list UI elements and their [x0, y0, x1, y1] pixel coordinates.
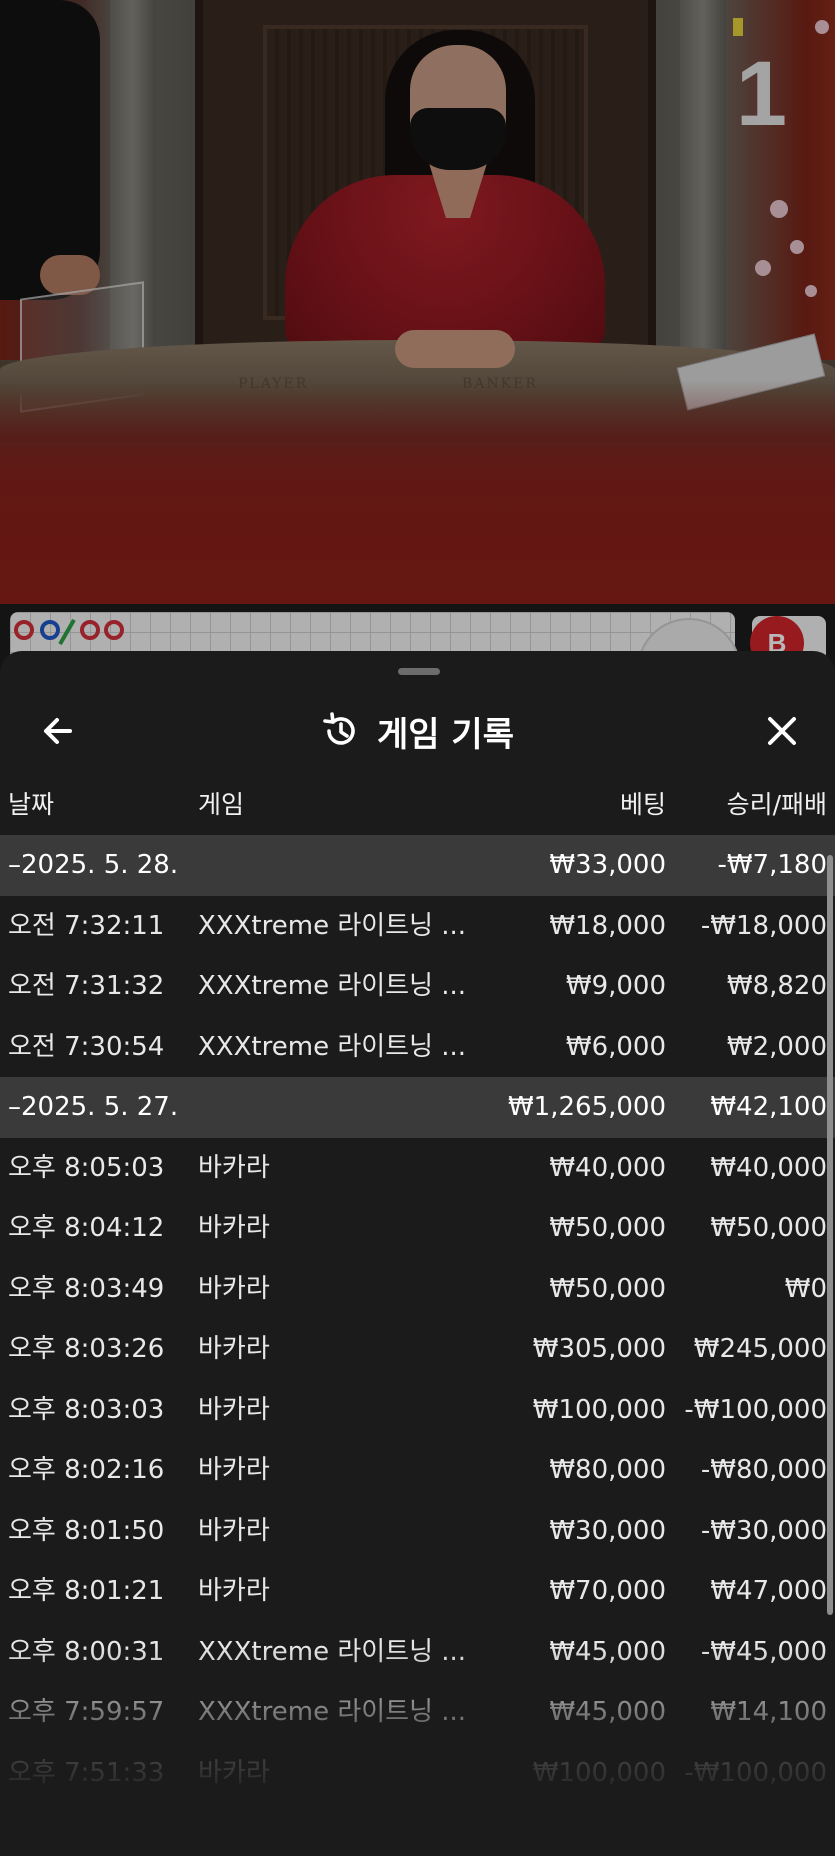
- page-title: 게임 기록: [377, 714, 514, 755]
- row-win-loss: ₩40,000: [710, 1152, 827, 1183]
- row-date: 오전 7:31:32: [8, 971, 165, 1001]
- row-date: 오후 8:02:16: [8, 1455, 165, 1485]
- table-row[interactable]: 오후 8:03:49 바카라 ₩50,000 ₩0: [0, 1259, 835, 1320]
- row-bet: ₩100,000: [532, 1394, 666, 1425]
- row-date: 오후 8:05:03: [8, 1152, 165, 1183]
- row-game: XXXtreme 라이트닝 ...: [198, 971, 467, 1001]
- row-game: 바카라: [198, 1455, 270, 1485]
- date-group-row[interactable]: –2025. 5. 27. ₩1,265,000 ₩42,100: [0, 1077, 835, 1138]
- row-date: 오후 8:03:49: [8, 1273, 165, 1304]
- column-header-bet: 베팅: [619, 790, 666, 819]
- row-bet: ₩50,000: [549, 1273, 666, 1304]
- row-game: XXXtreme 라이트닝 ...: [198, 1636, 467, 1667]
- sheet-title: 게임 기록: [0, 708, 835, 755]
- row-win-loss: -₩100,000: [684, 1757, 827, 1788]
- column-header-game: 게임: [198, 790, 245, 819]
- game-history-sheet: 게임 기록 날짜 게임 베팅 승리/패배 –2025. 5. 28. ₩33,00…: [0, 651, 835, 1856]
- table-row[interactable]: 오후 8:03:26 바카라 ₩305,000 ₩245,000: [0, 1319, 835, 1380]
- row-win-loss: ₩47,000: [710, 1576, 827, 1606]
- table-row[interactable]: 오후 8:01:21 바카라 ₩70,000 ₩47,000: [0, 1561, 835, 1622]
- table-row[interactable]: 오후 8:02:16 바카라 ₩80,000 -₩80,000: [0, 1440, 835, 1501]
- row-bet: ₩6,000: [565, 1031, 666, 1062]
- table-header: 날짜 게임 베팅 승리/패배: [0, 785, 835, 837]
- column-header-win-loss: 승리/패배: [726, 790, 827, 819]
- row-bet: ₩45,000: [549, 1697, 666, 1727]
- close-button[interactable]: [759, 708, 805, 754]
- row-game: XXXtreme 라이트닝 ...: [198, 910, 467, 941]
- history-table: –2025. 5. 28. ₩33,000 -₩7,180 오전 7:32:11 XXX…: [0, 835, 835, 1803]
- row-game: 바카라: [198, 1757, 270, 1788]
- row-win-loss: -₩7,180: [717, 850, 827, 880]
- row-bet: ₩80,000: [549, 1455, 666, 1485]
- row-win-loss: ₩8,820: [726, 971, 827, 1001]
- column-header-date: 날짜: [8, 790, 55, 819]
- row-game: 바카라: [198, 1152, 270, 1183]
- row-win-loss: ₩245,000: [693, 1334, 827, 1364]
- row-game: 바카라: [198, 1273, 270, 1304]
- row-bet: ₩1,265,000: [507, 1092, 666, 1122]
- row-win-loss: ₩14,100: [710, 1697, 827, 1727]
- row-game: 바카라: [198, 1334, 270, 1364]
- table-row[interactable]: 오전 7:31:32 XXXtreme 라이트닝 ... ₩9,000 ₩8,820: [0, 956, 835, 1017]
- row-date: –2025. 5. 28.: [8, 850, 179, 880]
- row-bet: ₩45,000: [549, 1636, 666, 1667]
- modal-dim-overlay: [0, 0, 835, 680]
- row-date: 오후 8:01:21: [8, 1576, 165, 1606]
- row-bet: ₩9,000: [565, 971, 666, 1001]
- row-win-loss: ₩2,000: [726, 1031, 827, 1062]
- close-icon: [768, 717, 796, 745]
- history-icon: [323, 712, 355, 745]
- row-game: 바카라: [198, 1515, 270, 1546]
- row-bet: ₩100,000: [532, 1757, 666, 1788]
- table-row[interactable]: 오후 7:51:33 바카라 ₩100,000 -₩100,000: [0, 1743, 835, 1804]
- row-win-loss: -₩18,000: [700, 910, 827, 941]
- row-bet: ₩30,000: [549, 1515, 666, 1546]
- row-bet: ₩50,000: [549, 1213, 666, 1243]
- sheet-header: 게임 기록: [0, 691, 835, 771]
- table-row[interactable]: 오전 7:30:54 XXXtreme 라이트닝 ... ₩6,000 ₩2,000: [0, 1017, 835, 1078]
- row-game: 바카라: [198, 1394, 270, 1425]
- row-bet: ₩40,000: [549, 1152, 666, 1183]
- row-date: 오후 7:59:57: [8, 1697, 165, 1727]
- row-win-loss: ₩0: [784, 1273, 827, 1304]
- table-row[interactable]: 오후 7:59:57 XXXtreme 라이트닝 ... ₩45,000 ₩14,10…: [0, 1682, 835, 1743]
- row-bet: ₩305,000: [532, 1334, 666, 1364]
- row-game: XXXtreme 라이트닝 ...: [198, 1031, 467, 1062]
- table-row[interactable]: 오후 8:03:03 바카라 ₩100,000 -₩100,000: [0, 1380, 835, 1441]
- row-win-loss: ₩50,000: [710, 1213, 827, 1243]
- row-date: 오후 7:51:33: [8, 1757, 165, 1788]
- row-win-loss: -₩100,000: [684, 1394, 827, 1425]
- row-win-loss: -₩30,000: [700, 1515, 827, 1546]
- row-date: 오후 8:01:50: [8, 1515, 165, 1546]
- table-row[interactable]: 오후 8:05:03 바카라 ₩40,000 ₩40,000: [0, 1138, 835, 1199]
- scrollbar[interactable]: [827, 855, 833, 1615]
- row-date: 오전 7:32:11: [8, 910, 165, 941]
- row-game: 바카라: [198, 1576, 270, 1606]
- table-row[interactable]: 오후 8:00:31 XXXtreme 라이트닝 ... ₩45,000 -₩45,0…: [0, 1622, 835, 1683]
- drag-handle[interactable]: [398, 668, 440, 675]
- row-date: 오후 8:03:03: [8, 1394, 165, 1425]
- table-row[interactable]: 오후 8:04:12 바카라 ₩50,000 ₩50,000: [0, 1198, 835, 1259]
- table-row[interactable]: 오후 8:01:50 바카라 ₩30,000 -₩30,000: [0, 1501, 835, 1562]
- row-date: 오후 8:04:12: [8, 1213, 165, 1243]
- table-row[interactable]: 오전 7:32:11 XXXtreme 라이트닝 ... ₩18,000 -₩18,0…: [0, 896, 835, 957]
- row-bet: ₩18,000: [549, 910, 666, 941]
- row-win-loss: ₩42,100: [710, 1092, 827, 1122]
- row-game: 바카라: [198, 1213, 270, 1243]
- row-bet: ₩33,000: [549, 850, 666, 880]
- row-win-loss: -₩80,000: [700, 1455, 827, 1485]
- row-game: XXXtreme 라이트닝 ...: [198, 1697, 467, 1727]
- row-date: –2025. 5. 27.: [8, 1092, 179, 1122]
- row-date: 오전 7:30:54: [8, 1031, 165, 1062]
- date-group-row[interactable]: –2025. 5. 28. ₩33,000 -₩7,180: [0, 835, 835, 896]
- row-date: 오후 8:00:31: [8, 1636, 165, 1667]
- row-date: 오후 8:03:26: [8, 1334, 165, 1364]
- row-win-loss: -₩45,000: [700, 1636, 827, 1667]
- row-bet: ₩70,000: [549, 1576, 666, 1606]
